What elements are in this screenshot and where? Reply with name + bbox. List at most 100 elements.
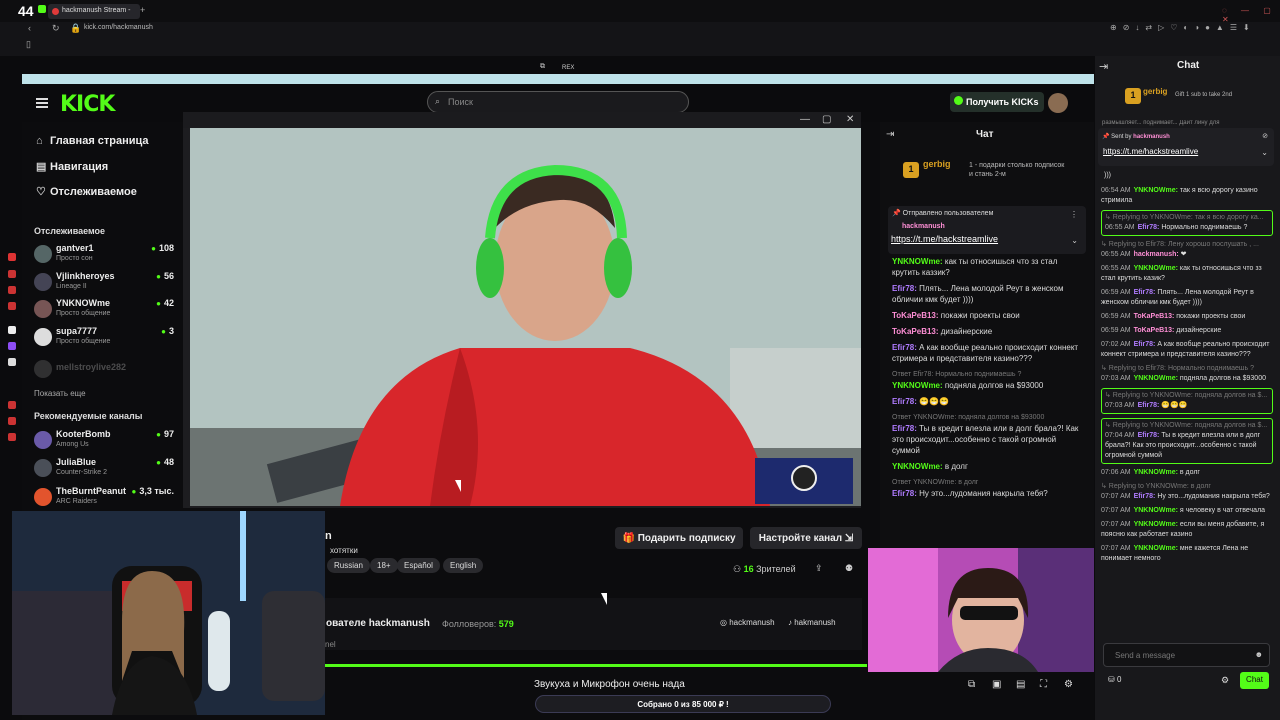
chat-username[interactable]: Efir78: (1134, 493, 1158, 500)
pinned-user[interactable]: hackmanush (1133, 134, 1170, 140)
stream-video[interactable] (190, 128, 861, 506)
chat-username[interactable]: YNKNOWme: (1134, 187, 1180, 194)
tag-chip[interactable]: Russian (327, 558, 370, 573)
settings-icon[interactable]: ⚙ (1064, 679, 1073, 690)
tag-chip[interactable]: 18+ (370, 558, 398, 573)
tag-chip[interactable]: English (443, 558, 484, 573)
sidebar-item-following[interactable]: ♡ Отслеживаемое (36, 185, 137, 198)
followed-channel[interactable]: Vjlinkheroyes Lineage II 56 (32, 269, 174, 295)
miniplayer-icon[interactable]: ▤ (1016, 679, 1025, 690)
menu-icon[interactable] (36, 98, 48, 108)
chat-username[interactable]: Efir78: (1134, 289, 1158, 296)
browser-extension-icons[interactable]: ⊕⊘↓⇄▷♡◐◑●▲☰⬇ (1110, 23, 1256, 32)
edge-app-icon[interactable] (8, 253, 16, 261)
user-avatar[interactable] (1048, 93, 1068, 113)
kick-logo[interactable]: KICK (60, 92, 115, 117)
more-options-icon[interactable]: ⋮ (1070, 210, 1078, 219)
chat-username[interactable]: ToKaPeB13: (1134, 327, 1177, 334)
search-input[interactable]: ⌕ Поиск (427, 91, 689, 113)
edge-app-icon[interactable] (8, 401, 16, 409)
share-icon[interactable]: ⇪ (815, 563, 823, 574)
tag-chip[interactable]: Español (397, 558, 440, 573)
gift-user[interactable]: gerbig (1143, 87, 1167, 96)
chat-username[interactable]: ToKaPeB13: (892, 327, 941, 336)
gift-subscription-button[interactable]: 🎁 Подарить подписку (615, 527, 743, 549)
tiktok-link[interactable]: ♪ hakmanush (788, 618, 836, 627)
chat-username[interactable]: ToKaPeB13: (1134, 313, 1177, 320)
back-icon[interactable]: ‹ (28, 23, 31, 33)
edge-app-icon[interactable] (8, 342, 16, 350)
new-tab-button[interactable]: + (140, 5, 145, 15)
gift-badge: 1 (1125, 88, 1141, 104)
channel-settings-button[interactable]: Настройте канал ⇲ (750, 527, 862, 549)
chevron-down-icon[interactable]: ⌄ (1261, 148, 1268, 157)
chevron-down-icon[interactable]: ⌄ (1071, 236, 1078, 245)
fullscreen-icon[interactable]: ⛶ (1040, 679, 1047, 690)
followed-channel[interactable]: YNKNOWme Просто общение 42 (32, 296, 174, 322)
chat-username[interactable]: YNKNOWme: (892, 462, 945, 471)
sidebar-item-browse[interactable]: ▤ Навигация (36, 160, 108, 173)
send-message-input[interactable]: Send a message ☻ (1103, 643, 1270, 667)
edge-app-icon[interactable] (8, 433, 16, 441)
emoji-icon[interactable]: ☻ (1255, 650, 1263, 659)
chat-username[interactable]: Efir78: (892, 397, 919, 406)
recommended-channel[interactable]: JuliaBlue Counter-Strike 2 48 (32, 455, 174, 481)
chat-settings-icon[interactable]: ⚙ (1221, 675, 1229, 686)
chat-username[interactable]: YNKNOWme: (892, 257, 945, 266)
pinned-user[interactable]: hackmanush (902, 223, 945, 230)
chat-username[interactable]: YNKNOWme: (1134, 265, 1180, 272)
sidebar-item-home[interactable]: ⌂ Главная страница (36, 135, 149, 147)
chat-username[interactable]: ToKaPeB13: (892, 311, 941, 320)
edge-app-icon[interactable] (8, 417, 16, 425)
chat-username[interactable]: YNKNOWme: (1134, 507, 1180, 514)
edge-app-icon[interactable] (8, 326, 16, 334)
chat-username[interactable]: YNKNOWme: (1134, 521, 1180, 528)
chat-username[interactable]: Efir78: (892, 489, 919, 498)
recommended-channel[interactable]: TheBurntPeanut ARC Raiders 3,3 тыс. (32, 484, 174, 510)
edge-app-icon[interactable] (8, 302, 16, 310)
followed-channel[interactable]: supa7777 Просто общение 3 (32, 324, 174, 350)
close-icon[interactable]: ✕ (846, 114, 854, 125)
recommended-channel[interactable]: KooterBomb Among Us 97 (32, 427, 174, 453)
browser-tab[interactable]: hackmanush Stream - (48, 4, 140, 19)
clip-icon[interactable]: ▣ (992, 679, 1001, 690)
edge-app-icon[interactable] (8, 270, 16, 278)
collapse-chat-icon[interactable]: ⇥ (886, 129, 894, 140)
chat-username[interactable]: YNKNOWme: (892, 381, 945, 390)
collapse-chat-icon[interactable]: ⇥ (1099, 60, 1108, 73)
minimize-icon[interactable]: — (800, 114, 810, 125)
followed-channel-offline[interactable]: mellstroylive282 (32, 356, 174, 382)
chat-username[interactable]: Efir78: (1138, 402, 1162, 409)
pinned-link[interactable]: https://t.me/hackstreamlive (1103, 147, 1198, 156)
chat-username[interactable]: YNKNOWme: (1134, 469, 1180, 476)
user-options-icon[interactable]: ⚉ (845, 563, 853, 574)
show-more-link[interactable]: Показать еще (34, 389, 86, 398)
chat-username[interactable]: Efir78: (1138, 224, 1162, 231)
gift-user[interactable]: gerbig (923, 159, 951, 169)
reload-icon[interactable]: ↻ (52, 23, 60, 34)
chat-username[interactable]: Efir78: (892, 424, 919, 433)
unpin-icon[interactable]: ⊘ (1262, 132, 1268, 140)
address-bar[interactable]: kick.com/hackmanush (84, 24, 153, 31)
chat-username[interactable]: Efir78: (1138, 432, 1162, 439)
edge-app-icon[interactable] (8, 286, 16, 294)
chat-username[interactable]: Efir78: (892, 284, 919, 293)
viewers-number: 16 (743, 564, 754, 574)
get-kicks-button[interactable]: Получить KICKs (950, 92, 1044, 112)
chat-username[interactable]: Efir78: (892, 343, 919, 352)
kicks-balance[interactable]: ⛁ 0 (1108, 675, 1121, 684)
chat-username[interactable]: hackmanush: (1134, 251, 1181, 258)
x-icon[interactable] (8, 358, 16, 366)
chat-username[interactable]: YNKNOWme: (1134, 545, 1180, 552)
home-icon: ⌂ (36, 135, 43, 147)
chat-username[interactable]: YNKNOWme: (1134, 375, 1180, 382)
chat-username[interactable]: Efir78: (1134, 341, 1158, 348)
window-controls-icon[interactable]: ◌ — ▢ ✕ (1222, 6, 1280, 24)
send-chat-button[interactable]: Chat (1240, 672, 1269, 689)
instagram-link[interactable]: ◎ hackmanush (720, 618, 775, 627)
pinned-link[interactable]: https://t.me/hackstreamlive (891, 234, 998, 244)
followed-channel[interactable]: gantver1 Просто сон 108 (32, 241, 174, 267)
screen-share-icon[interactable]: ⧉ (540, 63, 545, 71)
maximize-icon[interactable]: ▢ (822, 114, 831, 125)
theater-mode-icon[interactable]: ⧉ (968, 679, 975, 690)
